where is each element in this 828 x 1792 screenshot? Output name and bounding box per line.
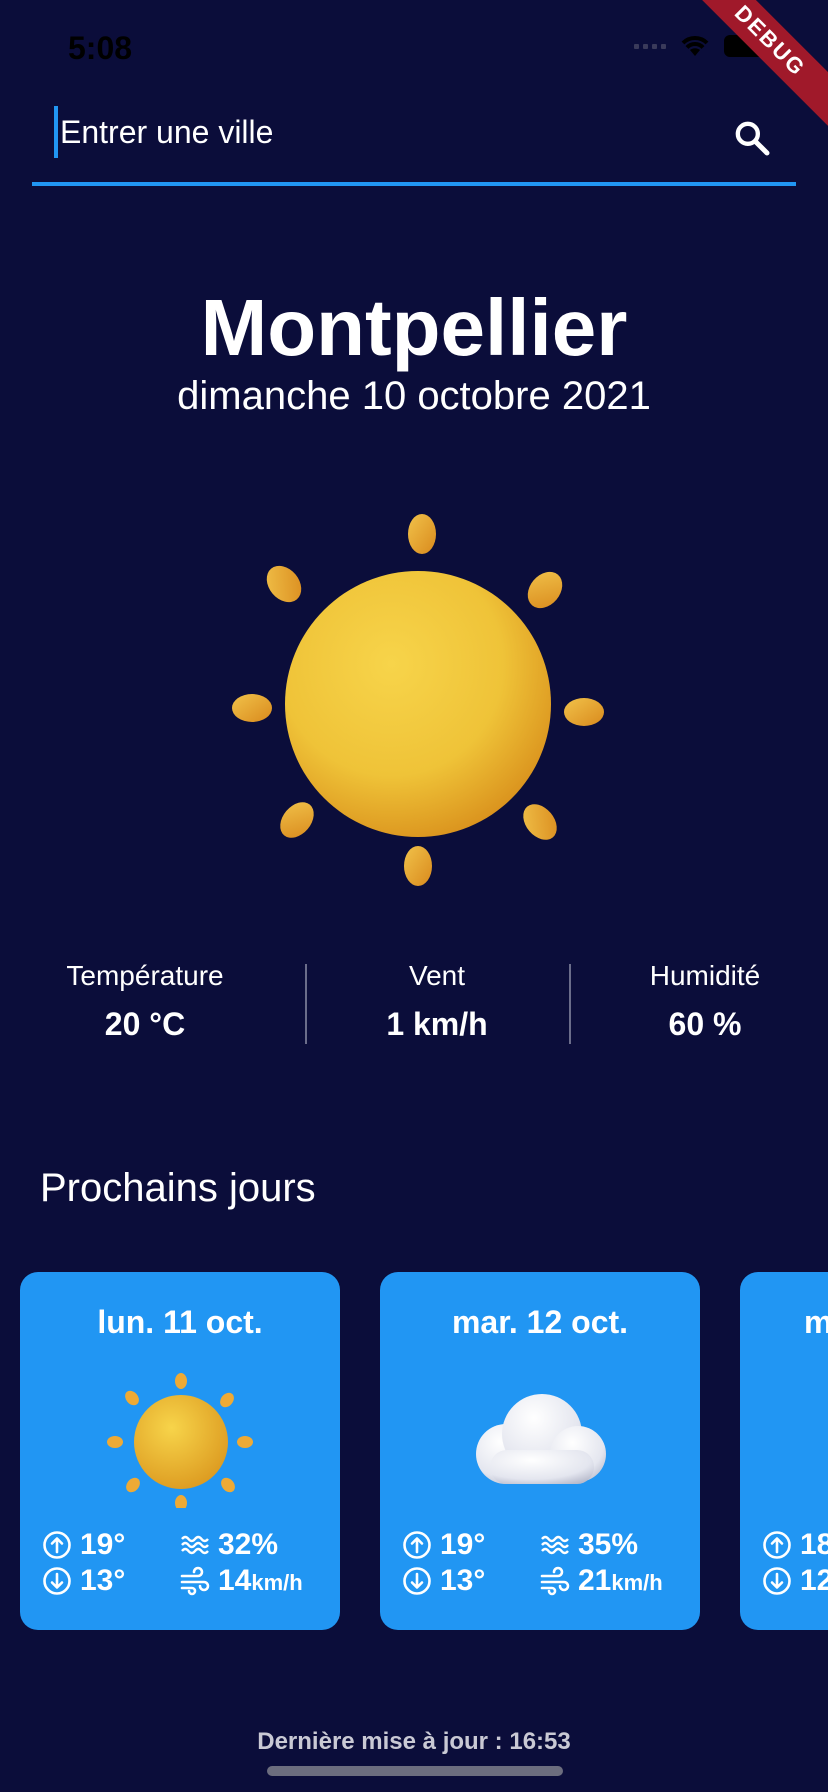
stat-value: 1 km/h bbox=[386, 1006, 488, 1042]
stat-label: Température bbox=[66, 960, 224, 991]
forecast-min: 12 bbox=[762, 1564, 828, 1598]
forecast-wind-unit: km/h bbox=[611, 1570, 663, 1595]
divider bbox=[569, 964, 571, 1044]
status-time: 5:08 bbox=[68, 30, 133, 66]
forecast-card[interactable]: lun. 11 oct. 19° 13° 32% 14km/h bbox=[20, 1272, 340, 1630]
stat-wind: Vent 1 km/h bbox=[312, 960, 562, 1043]
arrow-down-circle-icon bbox=[763, 1567, 791, 1595]
forecast-card[interactable]: m 18 12 bbox=[740, 1272, 828, 1630]
wifi-icon bbox=[681, 36, 709, 56]
current-stats: Température 20 °C Vent 1 km/h Humidité 6… bbox=[0, 960, 828, 1050]
wind-icon bbox=[180, 1566, 210, 1596]
forecast-min-temp: 12 bbox=[800, 1564, 828, 1597]
last-update: Dernière mise à jour : 16:53 bbox=[257, 1728, 571, 1755]
humidity-waves-icon bbox=[541, 1535, 569, 1555]
search-icon[interactable] bbox=[732, 118, 772, 158]
current-date: dimanche 10 octobre 2021 bbox=[177, 374, 651, 418]
forecast-wind-value: 14 bbox=[218, 1564, 252, 1597]
forecast-max: 19° bbox=[402, 1528, 485, 1562]
home-indicator[interactable] bbox=[267, 1766, 563, 1776]
sun-icon bbox=[232, 514, 604, 886]
forecast-max-temp: 18 bbox=[800, 1528, 828, 1561]
section-title: Prochains jours bbox=[40, 1166, 316, 1210]
cloud-icon bbox=[476, 1394, 606, 1484]
city-name: Montpellier bbox=[200, 283, 628, 372]
forecast-wind: 14km/h bbox=[180, 1564, 303, 1598]
forecast-day: mar. 12 oct. bbox=[451, 1304, 629, 1340]
stat-humidity: Humidité 60 % bbox=[580, 960, 828, 1043]
forecast-wind-unit: km/h bbox=[251, 1570, 303, 1595]
stat-value: 60 % bbox=[668, 1006, 742, 1042]
forecast-day: lun. 11 oct. bbox=[97, 1304, 263, 1340]
forecast-wind-value: 21 bbox=[578, 1564, 612, 1597]
wind-icon bbox=[540, 1566, 570, 1596]
city-search-bar bbox=[32, 88, 796, 186]
arrow-down-circle-icon bbox=[403, 1567, 431, 1595]
forecast-min: 13° bbox=[42, 1564, 125, 1598]
city-search-input[interactable] bbox=[54, 106, 702, 158]
forecast-max-temp: 19° bbox=[80, 1528, 126, 1561]
forecast-min-temp: 13° bbox=[80, 1564, 126, 1597]
humidity-waves-icon bbox=[181, 1535, 209, 1555]
forecast-max: 18 bbox=[762, 1528, 828, 1562]
forecast-day: m bbox=[804, 1304, 828, 1340]
forecast-humidity-value: 35% bbox=[578, 1528, 639, 1561]
forecast-min: 13° bbox=[402, 1564, 485, 1598]
arrow-down-circle-icon bbox=[43, 1567, 71, 1595]
forecast-min-temp: 13° bbox=[440, 1564, 486, 1597]
forecast-humidity-value: 32% bbox=[218, 1528, 279, 1561]
stat-temperature: Température 20 °C bbox=[20, 960, 270, 1043]
arrow-up-circle-icon bbox=[403, 1531, 431, 1559]
forecast-max-temp: 19° bbox=[440, 1528, 486, 1561]
forecast-wind: 21km/h bbox=[540, 1564, 663, 1598]
forecast-humidity: 32% bbox=[180, 1528, 278, 1562]
cellular-signal-icon bbox=[634, 43, 666, 49]
arrow-up-circle-icon bbox=[763, 1531, 791, 1559]
forecast-max: 19° bbox=[42, 1528, 125, 1562]
stat-label: Vent bbox=[408, 960, 466, 991]
forecast-card[interactable]: mar. 12 oct. 19° 13° 35% 21km/h bbox=[380, 1272, 700, 1630]
forecast-humidity: 35% bbox=[540, 1528, 638, 1562]
sun-icon bbox=[107, 1373, 253, 1508]
stat-label: Humidité bbox=[649, 960, 761, 991]
stat-value: 20 °C bbox=[104, 1006, 186, 1042]
divider bbox=[305, 964, 307, 1044]
arrow-up-circle-icon bbox=[43, 1531, 71, 1559]
